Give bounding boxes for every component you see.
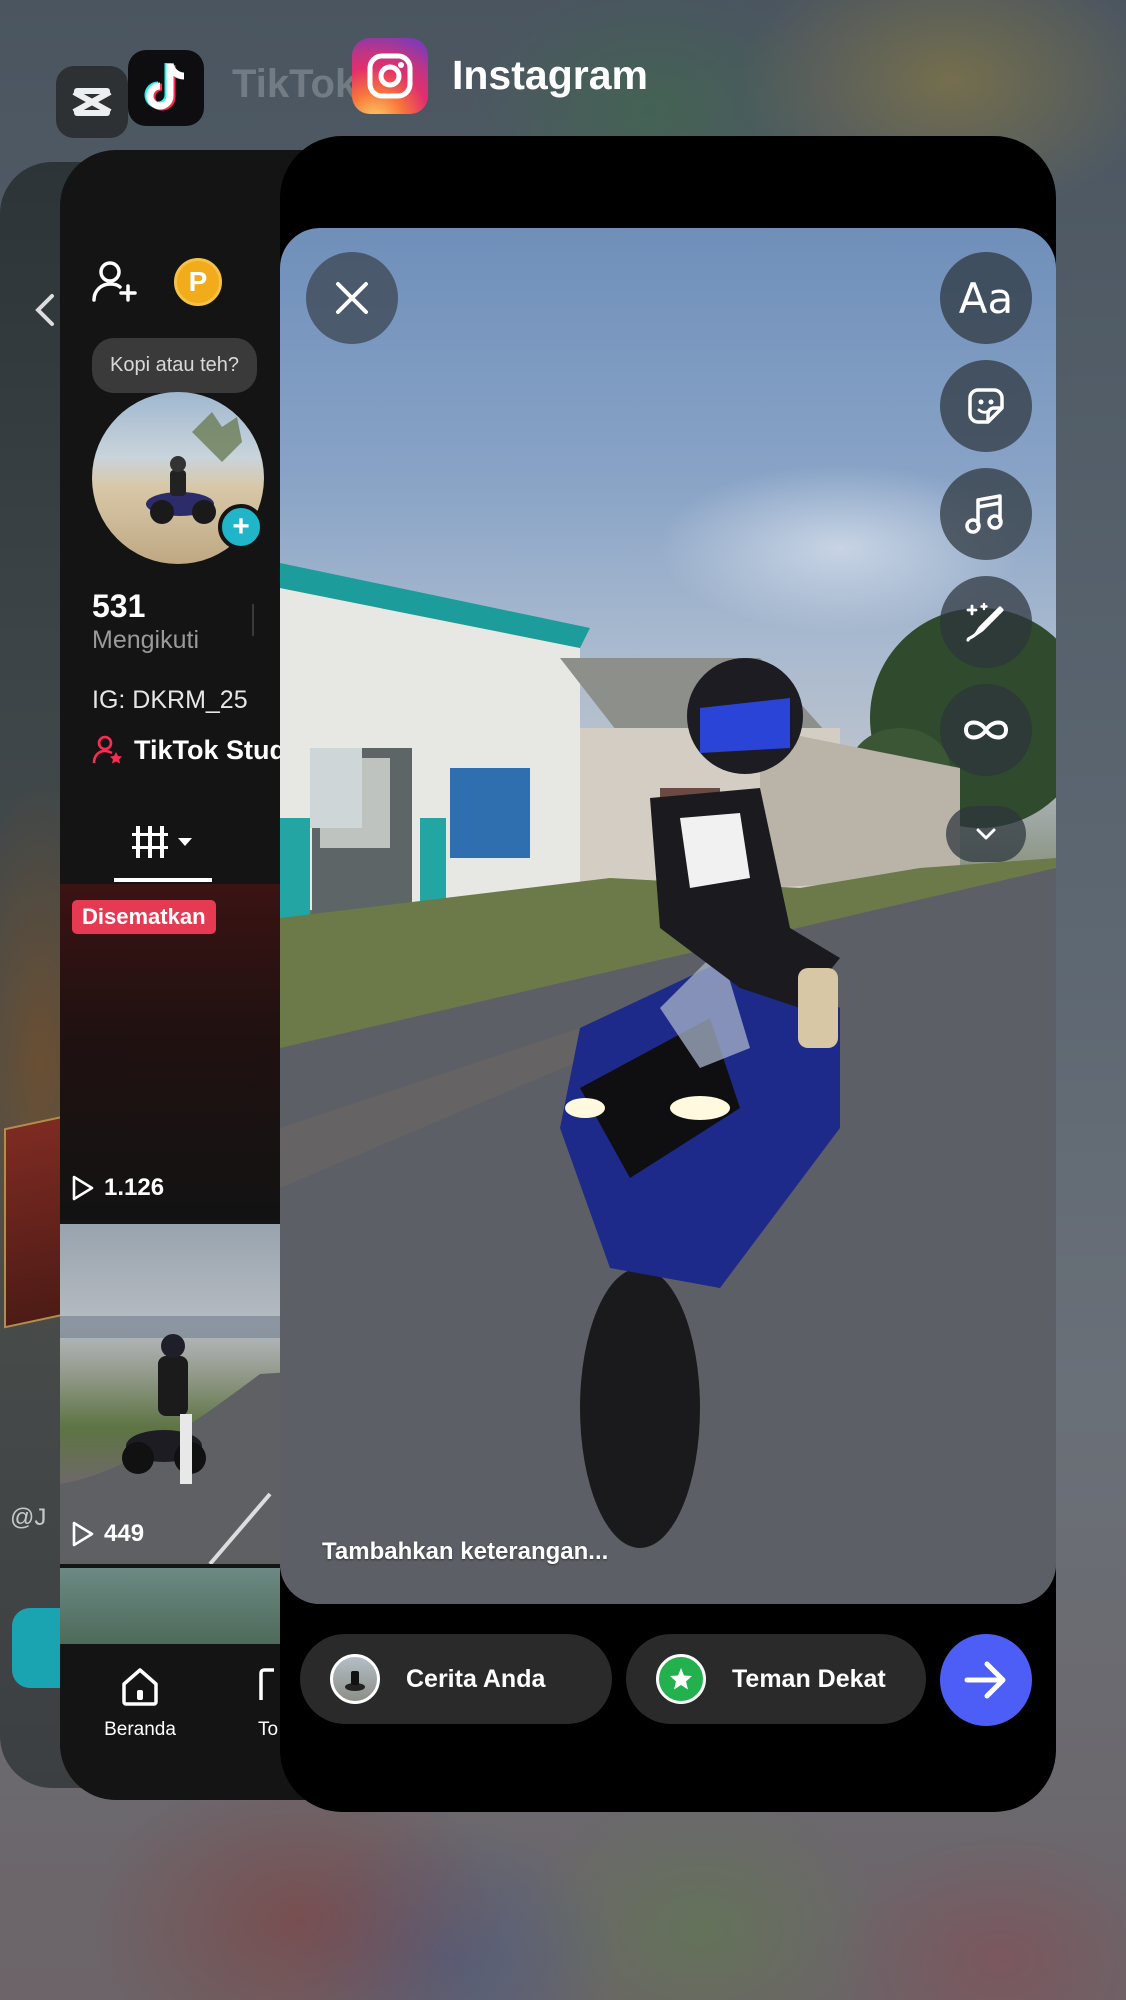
arrow-right-icon	[964, 1661, 1006, 1699]
videos-grid-icon	[132, 826, 168, 858]
user-avatar	[330, 1654, 380, 1704]
following-count[interactable]: 531	[92, 588, 145, 625]
star-icon	[670, 1668, 692, 1690]
back-chevron-icon	[35, 294, 54, 326]
music-tool-button[interactable]	[940, 468, 1032, 560]
creator-person-icon	[92, 735, 122, 764]
nav-home-label: Beranda	[104, 1719, 176, 1740]
text-tool-button[interactable]: Aa	[940, 252, 1032, 344]
instagram-app-label: Instagram	[452, 52, 648, 98]
play-outline-icon	[72, 1521, 94, 1547]
story-photo: Aa Tambahkan keterangan...	[280, 228, 1056, 1604]
view-count-value: 449	[104, 1520, 145, 1547]
sign-image	[4, 1115, 64, 1329]
tiktok-studio-link[interactable]: TikTok Studio	[92, 734, 310, 766]
video-view-count: 449	[70, 1520, 144, 1548]
profile-note-bubble[interactable]: Kopi atau teh?	[92, 338, 257, 393]
caret-down-icon	[178, 838, 192, 846]
profile-bio: IG: DKRM_25	[92, 686, 248, 714]
more-tools-button[interactable]	[946, 806, 1026, 862]
motorcycle-rider-photo	[280, 563, 1056, 1604]
capcut-handle: @J	[10, 1504, 47, 1531]
share-close-friends-button[interactable]: Teman Dekat	[626, 1634, 926, 1724]
close-icon	[336, 282, 368, 314]
view-count-value: 1.126	[104, 1174, 165, 1201]
draw-icon	[966, 602, 1004, 642]
avatar-photo	[345, 1671, 365, 1691]
instagram-app-icon[interactable]	[352, 38, 428, 114]
sticker-tool-button[interactable]	[940, 360, 1032, 452]
boomerang-icon	[963, 720, 1009, 740]
pinned-badge: Disematkan	[72, 900, 216, 934]
sticker-icon	[968, 388, 1004, 424]
next-button[interactable]	[940, 1634, 1032, 1726]
close-friends-star-icon	[656, 1654, 706, 1704]
share-your-story-button[interactable]: Cerita Anda	[300, 1634, 612, 1724]
instagram-icon	[367, 53, 413, 99]
tiktok-icon	[144, 62, 185, 111]
tiktok-app-icon[interactable]	[128, 50, 204, 126]
capcut-icon	[72, 88, 112, 116]
draw-tool-button[interactable]	[940, 576, 1032, 668]
your-story-label: Cerita Anda	[406, 1664, 546, 1693]
caption-input[interactable]: Tambahkan keterangan...	[322, 1538, 608, 1566]
close-friends-label: Teman Dekat	[732, 1664, 886, 1693]
video-view-count: 1.126	[70, 1174, 164, 1202]
stats-divider	[252, 604, 254, 636]
add-story-plus-icon[interactable]: +	[218, 504, 264, 550]
add-friend-icon[interactable]	[90, 258, 138, 306]
capcut-app-icon[interactable]	[56, 66, 128, 138]
boomerang-tool-button[interactable]	[940, 684, 1032, 776]
home-icon	[122, 1668, 158, 1706]
close-button[interactable]	[306, 252, 398, 344]
following-label[interactable]: Mengikuti	[92, 626, 199, 655]
tab-videos[interactable]	[114, 816, 210, 868]
tab-indicator	[114, 878, 212, 882]
nav-home[interactable]: Beranda	[94, 1664, 186, 1741]
tiktok-app-label: TikTok	[232, 62, 358, 106]
music-icon	[965, 494, 1003, 534]
instagram-app-card[interactable]: Aa Tambahkan keterangan... Cerita Anda T…	[280, 136, 1056, 1812]
play-outline-icon	[72, 1175, 94, 1201]
text-icon: Aa	[958, 273, 1014, 323]
chevron-down-icon	[976, 828, 996, 840]
coins-icon[interactable]: P	[174, 258, 222, 306]
